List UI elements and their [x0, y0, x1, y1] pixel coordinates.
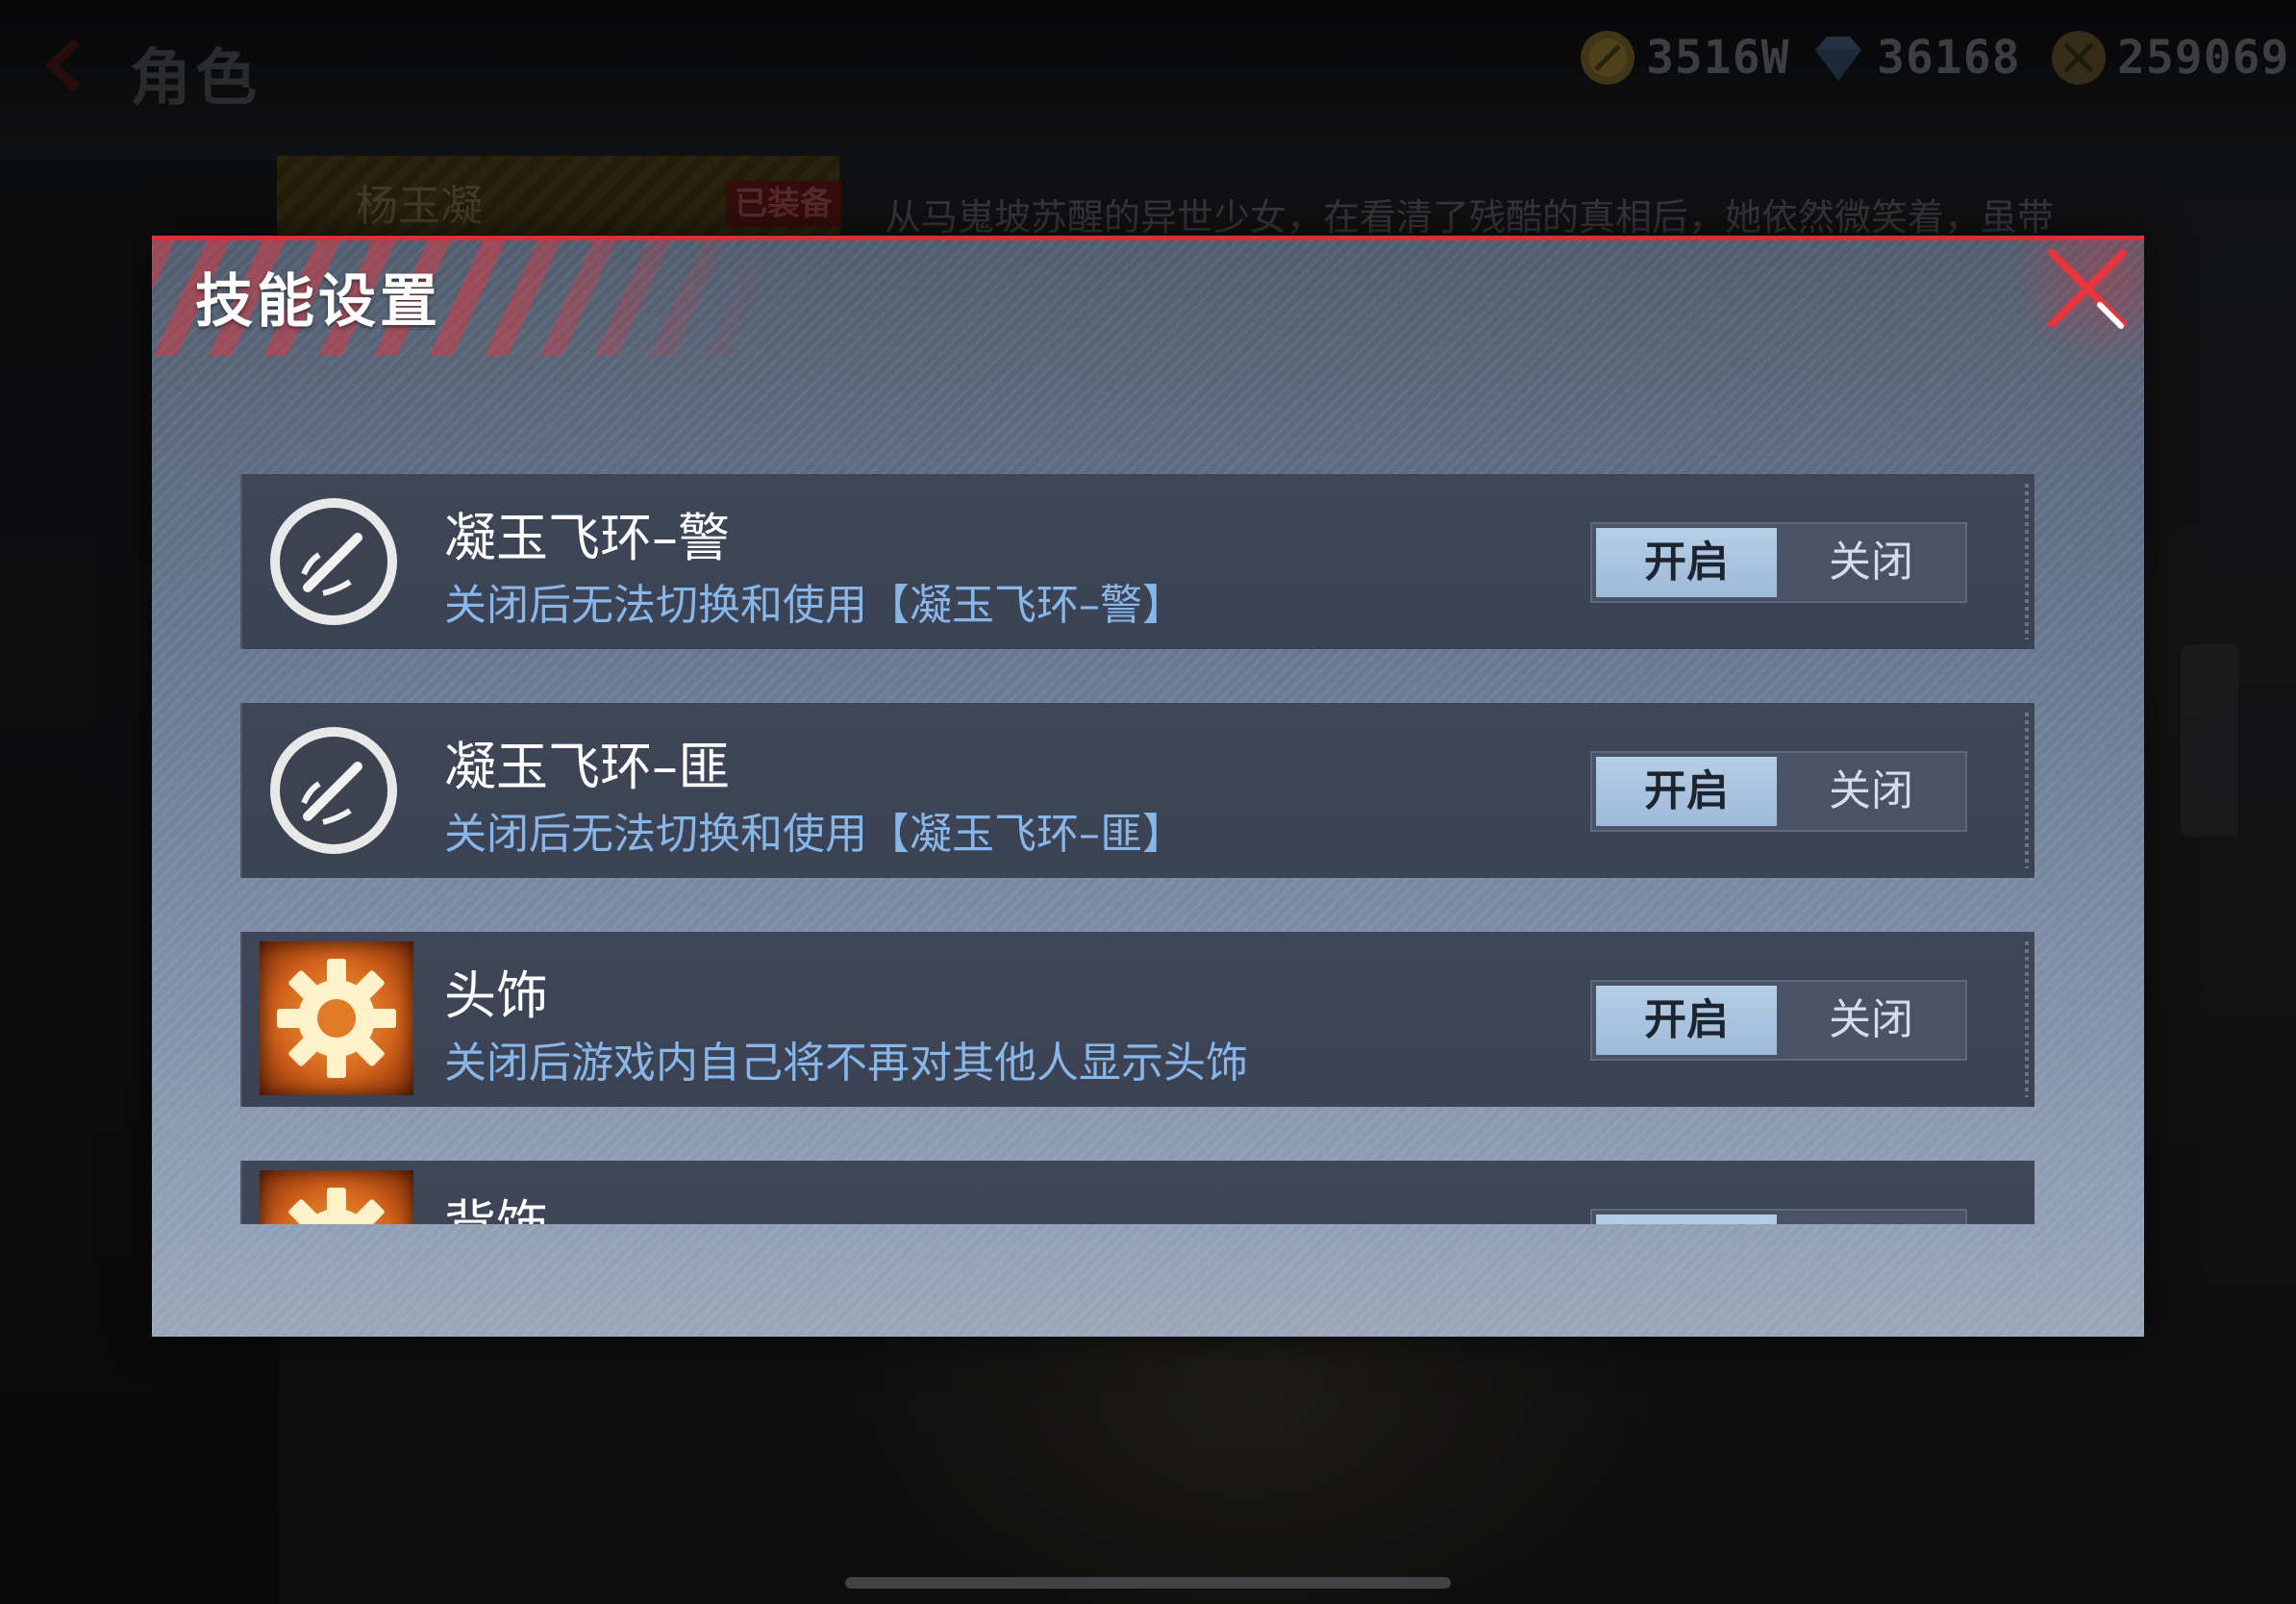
skill-description: 关闭后游戏内自己将不再对其他人显示头饰 [444, 1039, 1248, 1088]
close-icon[interactable] [2044, 245, 2131, 332]
dagger-skill-icon [270, 498, 397, 625]
skill-description: 关闭后无法切换和使用【凝玉飞环–匪】 [444, 810, 1185, 859]
skill-toggle: 开启 关闭 [1590, 522, 1967, 603]
skill-description: 关闭后无法切换和使用【凝玉飞环–警】 [444, 581, 1185, 630]
toggle-off-button[interactable]: 关闭 [1781, 757, 1961, 826]
row-edge-decor [2025, 713, 2029, 868]
toggle-on-button[interactable]: 开启 [1596, 986, 1777, 1055]
toggle-on-button[interactable]: 开启 [1596, 757, 1777, 826]
toggle-off-button[interactable]: 关闭 [1781, 986, 1961, 1055]
skill-row: 头饰 关闭后游戏内自己将不再对其他人显示头饰 开启 关闭 [240, 932, 2034, 1107]
skill-row: 凝玉飞环–警 关闭后无法切换和使用【凝玉飞环–警】 开启 关闭 [240, 474, 2034, 649]
row-edge-decor [2025, 484, 2029, 639]
skill-toggle: 开启 关闭 [1590, 751, 1967, 832]
dagger-skill-icon [270, 727, 397, 854]
skill-row: 背饰 [240, 1161, 2034, 1224]
toggle-off-button[interactable] [1781, 1215, 1961, 1224]
row-edge-decor [2025, 941, 2029, 1097]
skill-name: 头饰 [444, 965, 548, 1026]
skill-toggle: 开启 关闭 [1590, 980, 1967, 1061]
toggle-on-button[interactable]: 开启 [1596, 528, 1777, 597]
skill-toggle [1590, 1209, 1967, 1224]
skill-name: 凝玉飞环–匪 [444, 737, 730, 797]
skill-row: 凝玉飞环–匪 关闭后无法切换和使用【凝玉飞环–匪】 开启 关闭 [240, 703, 2034, 878]
skill-list[interactable]: 凝玉飞环–警 关闭后无法切换和使用【凝玉飞环–警】 开启 关闭 凝玉飞环–匪 关… [240, 474, 2034, 1224]
toggle-off-button[interactable]: 关闭 [1781, 528, 1961, 597]
gear-icon [260, 941, 413, 1095]
modal-title: 技能设置 [195, 268, 441, 336]
skill-name: 凝玉飞环–警 [444, 508, 730, 568]
skill-settings-modal: 技能设置 凝玉飞环–警 关闭后无法切换和使用【凝玉飞环–警】 开启 关闭 凝玉飞… [152, 236, 2144, 1337]
skill-name: 背饰 [444, 1182, 548, 1224]
gear-icon [260, 1170, 413, 1224]
toggle-on-button[interactable] [1596, 1215, 1777, 1224]
